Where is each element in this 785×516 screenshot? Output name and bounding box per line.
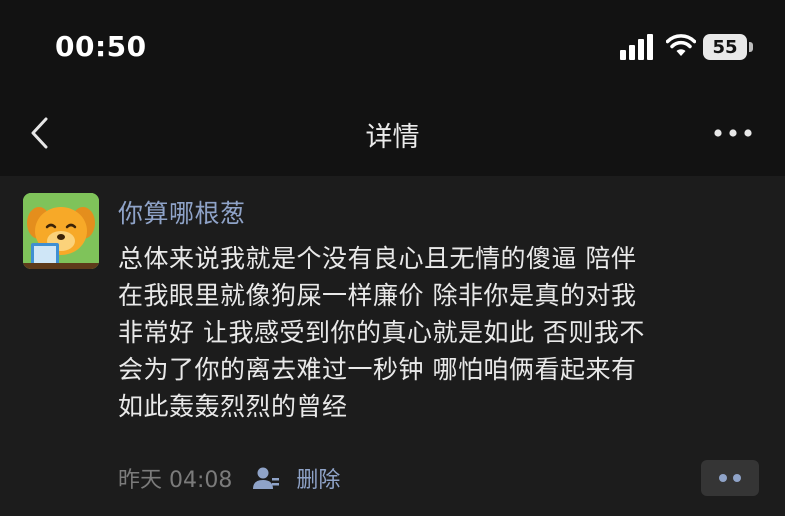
- navigation-bar: 详情: [0, 95, 785, 175]
- post-timestamp: 昨天 04:08: [118, 468, 233, 493]
- wifi-icon: [666, 34, 696, 56]
- person-icon: [253, 467, 280, 489]
- post-card: 你算哪根葱 总体来说我就是个没有良心且无情的傻逼 陪伴 在我眼里就像狗屎一样廉价…: [0, 176, 785, 516]
- post-text: 总体来说我就是个没有良心且无情的傻逼 陪伴 在我眼里就像狗屎一样廉价 除非你是真…: [118, 244, 645, 421]
- post-username[interactable]: 你算哪根葱: [118, 194, 246, 230]
- post-meta: 昨天 04:08 删除: [118, 463, 340, 493]
- battery-icon: 55: [703, 34, 747, 60]
- avatar[interactable]: [23, 193, 99, 269]
- status-bar: 00:50 55: [0, 0, 785, 95]
- cellular-signal-icon: [620, 34, 653, 60]
- status-time: 00:50: [55, 30, 147, 63]
- battery-tip: [749, 42, 753, 52]
- more-horizontal-icon[interactable]: [712, 123, 754, 143]
- two-dots-icon: [719, 474, 741, 482]
- page-title: 详情: [365, 122, 420, 153]
- delete-button[interactable]: 删除: [296, 462, 340, 494]
- comment-like-button[interactable]: [701, 460, 759, 496]
- dog-avatar-icon: [23, 193, 99, 269]
